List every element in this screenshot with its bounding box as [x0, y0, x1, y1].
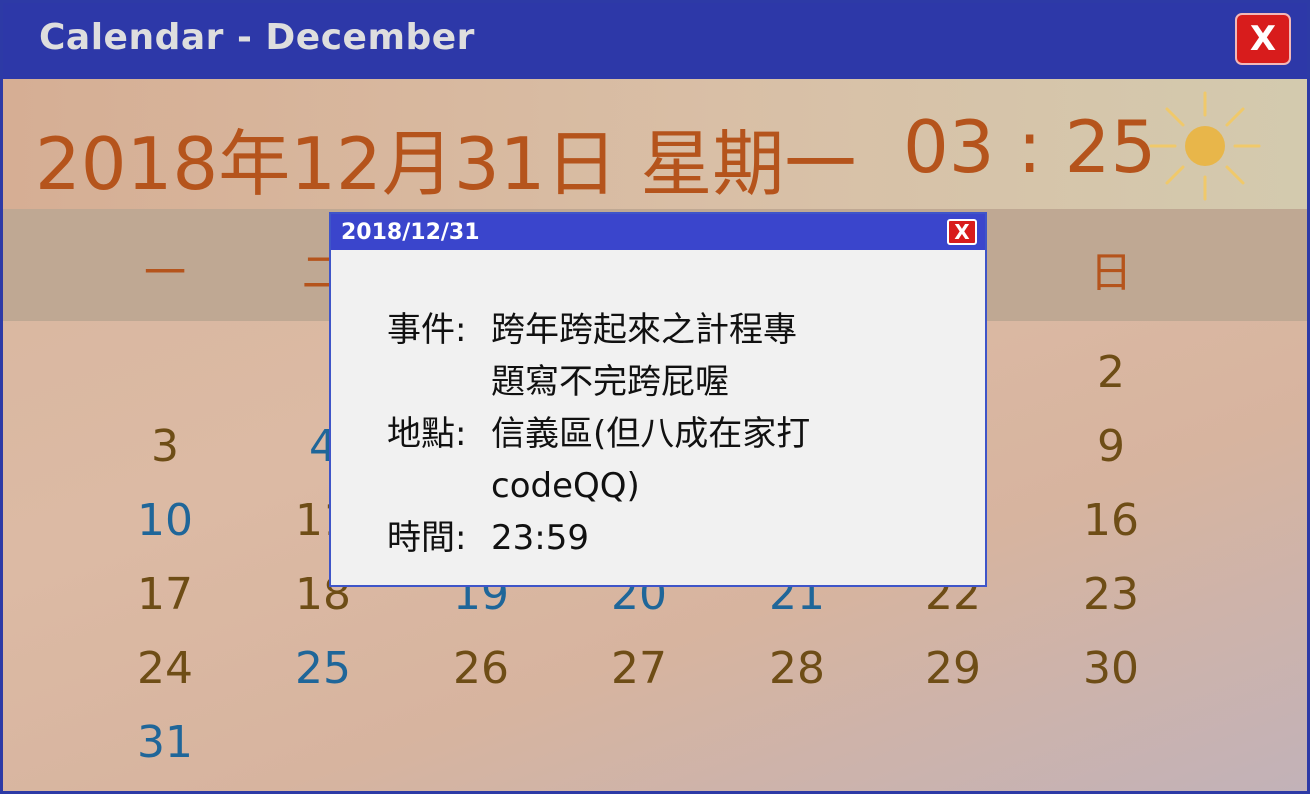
day-cell[interactable]: 30 [1051, 643, 1171, 694]
current-date: 2018年12月31日 星期一 [35, 122, 857, 206]
date-header: 2018年12月31日 星期一 03 : 25 [3, 79, 1307, 209]
day-cell[interactable]: 29 [893, 643, 1013, 694]
event-label: 事件: [387, 310, 467, 350]
day-cell[interactable]: 28 [737, 643, 857, 694]
sun-icon [1149, 91, 1261, 201]
day-cell[interactable]: 27 [579, 643, 699, 694]
event-value-line2: 題寫不完跨屁喔 [491, 362, 729, 402]
time-label: 時間: [387, 518, 467, 558]
time-value: 23:59 [491, 518, 589, 558]
dialog-title: 2018/12/31 [341, 220, 480, 245]
weekday-label: 一 [143, 248, 186, 297]
event-dialog: 2018/12/31 X 事件: 跨年跨起來之計程專 題寫不完跨屁喔 地點: 信… [329, 212, 987, 587]
day-cell[interactable]: 3 [105, 421, 225, 472]
day-cell[interactable]: 17 [105, 569, 225, 620]
location-value-line2: codeQQ) [491, 466, 640, 506]
day-cell[interactable]: 26 [421, 643, 541, 694]
location-label: 地點: [387, 414, 467, 454]
day-cell[interactable]: 16 [1051, 495, 1171, 546]
day-cell[interactable]: 25 [263, 643, 383, 694]
location-value-line1: 信義區(但八成在家打 [491, 414, 811, 454]
current-time: 03 : 25 [903, 105, 1157, 189]
weekday-label: 日 [1089, 248, 1132, 297]
dialog-close-button[interactable]: X [947, 219, 977, 245]
day-cell[interactable]: 9 [1051, 421, 1171, 472]
calendar-window: Calendar - December X 2018年12月31日 星期一 03… [0, 0, 1310, 794]
day-cell[interactable]: 2 [1051, 347, 1171, 398]
dialog-title-bar[interactable]: 2018/12/31 X [331, 214, 985, 250]
event-value-line1: 跨年跨起來之計程專 [491, 310, 797, 350]
day-cell[interactable]: 31 [105, 717, 225, 768]
dialog-body: 事件: 跨年跨起來之計程專 題寫不完跨屁喔 地點: 信義區(但八成在家打 cod… [387, 304, 891, 564]
day-cell[interactable]: 24 [105, 643, 225, 694]
day-cell[interactable]: 10 [105, 495, 225, 546]
close-button[interactable]: X [1235, 13, 1291, 65]
day-cell[interactable]: 23 [1051, 569, 1171, 620]
window-title: Calendar - December [39, 17, 475, 58]
title-bar[interactable]: Calendar - December X [3, 3, 1307, 79]
